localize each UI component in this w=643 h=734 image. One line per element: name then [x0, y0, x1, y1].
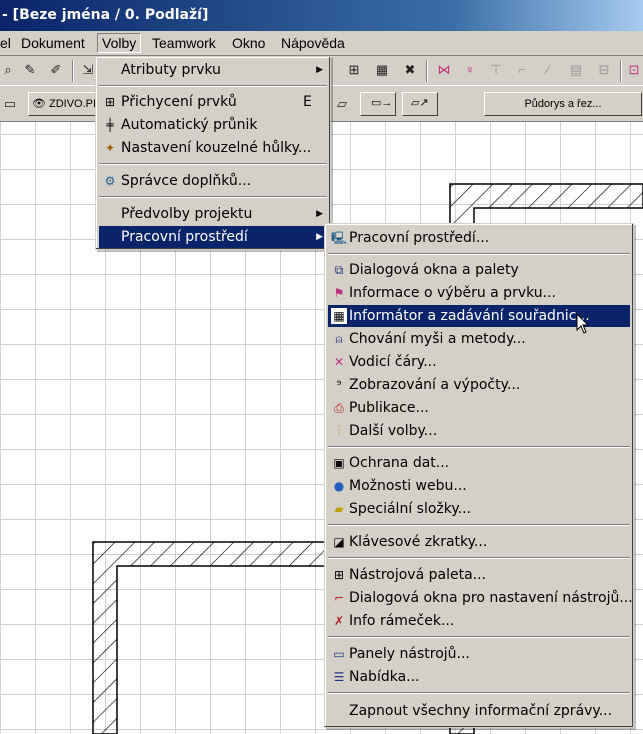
- menu-item-ochrana-dat[interactable]: ▣ Ochrana dat...: [328, 452, 630, 474]
- hatch-dir2-button[interactable]: ▱↗: [402, 92, 438, 116]
- publish-icon: ⎙: [334, 401, 344, 415]
- tool-settings-icon: ⌐: [333, 591, 345, 605]
- menu-item-predvolby-projektu[interactable]: Předvolby projektu ▶: [99, 203, 327, 225]
- eyedropper-icon[interactable]: ✎: [22, 62, 38, 78]
- view-button[interactable]: Půdorys a řez...: [484, 92, 642, 116]
- menu-item-pracovni-prostredi-dialog[interactable]: 🖳 Pracovní prostředí...: [328, 227, 630, 249]
- menu-item-pracovni-prostredi[interactable]: Pracovní prostředí ▶: [99, 226, 327, 248]
- zoom-icon[interactable]: ⌕: [0, 62, 16, 78]
- data-safety-icon: ▣: [333, 456, 345, 470]
- mouse-cursor-icon: [576, 313, 590, 334]
- frame-icon[interactable]: ⊡: [626, 62, 642, 78]
- window-title: - [Beze jména / 0. Podlaží]: [2, 7, 209, 23]
- menu-item-specialni-slozky[interactable]: ▰ Speciální složky...: [328, 498, 630, 520]
- menu-item-klavesove-zkratky[interactable]: ◪ Klávesové zkratky...: [328, 531, 630, 553]
- info-box-icon: ✗: [333, 614, 345, 628]
- menu-item-dalsi-volby[interactable]: ⫶ Další volby...: [328, 420, 630, 442]
- dialogs-icon: ⧉: [334, 263, 344, 277]
- selection-info-icon: ⚑: [333, 286, 345, 300]
- toolbar-separator: [72, 60, 74, 82]
- wall-type-button[interactable]: 👁 ZDIVO.PI: [28, 92, 98, 116]
- menu-item-atributy[interactable]: Atributy prvku ▶: [99, 59, 327, 81]
- menu-item-prichyceni[interactable]: ⊞ Přichycení prvků E: [99, 91, 327, 113]
- menu-item-info-ramecek[interactable]: ✗ Info rámeček...: [328, 610, 630, 632]
- menu-separator: [328, 636, 630, 638]
- snap-icon: ⊞: [104, 95, 116, 109]
- menu-item-panely-nastroju[interactable]: ▭ Panely nástrojů...: [328, 643, 630, 665]
- menu-item-kouzelna-hulka[interactable]: ✦ Nastavení kouzelné hůlky...: [99, 137, 327, 159]
- stack-icon[interactable]: ▤: [568, 62, 584, 78]
- menu-item-dialogova-okna-nastroju[interactable]: ⌐ Dialogová okna pro nastavení nástrojů.…: [328, 587, 633, 609]
- menu-separator: [328, 557, 630, 559]
- coordinates-icon: ▦: [331, 308, 347, 324]
- intersect-icon: ╪: [106, 118, 114, 132]
- menu-separator: [328, 446, 630, 448]
- toolbar-separator: [620, 60, 622, 82]
- pin-icon[interactable]: ♆: [462, 62, 478, 78]
- snap-grid-icon[interactable]: ⊞: [346, 62, 362, 78]
- menu-separator: [99, 163, 327, 165]
- menu-item-dialogova-okna[interactable]: ⧉ Dialogová okna a palety: [328, 259, 630, 281]
- menu-item-zapnout-zpravy[interactable]: Zapnout všechny informační zprávy...: [328, 700, 630, 722]
- menu-dokument[interactable]: Dokument: [21, 35, 85, 51]
- arrow-tool-icon[interactable]: ⇲: [80, 62, 96, 78]
- display-icon: ⁹: [336, 378, 342, 392]
- menu-icon: ☰: [333, 670, 345, 684]
- menu-item-automaticky-prunik[interactable]: ╪ Automatický průnik: [99, 114, 327, 136]
- workspace-icon: 🖳: [331, 231, 348, 245]
- submenu-arrow-icon: ▶: [316, 209, 323, 219]
- globe-icon: ●: [333, 479, 345, 493]
- wall-pattern-icon[interactable]: ▭: [2, 96, 18, 112]
- wall-type-label: ZDIVO.PI: [49, 98, 97, 110]
- mirror-icon[interactable]: ⋈: [436, 62, 452, 78]
- submenu-arrow-icon: ▶: [316, 232, 323, 242]
- guide-lines-icon: ✕: [333, 355, 345, 369]
- menu-bar: el Dokument Volby Teamwork Okno Nápověda: [0, 31, 643, 56]
- menu-item-informace-o-vyberu[interactable]: ⚑ Informace o výběru a prvku...: [328, 282, 630, 304]
- menu-separator: [99, 196, 327, 198]
- toolbars-icon: ▭: [333, 647, 345, 661]
- volby-menu: Atributy prvku ▶ ⊞ Přichycení prvků E ╪ …: [95, 56, 331, 250]
- menu-item-nastrojova-paleta[interactable]: ⊞ Nástrojová paleta...: [328, 564, 630, 586]
- menu-item-zobrazovani[interactable]: ⁹ Zobrazování a výpočty...: [328, 374, 630, 396]
- menu-napoveda[interactable]: Nápověda: [281, 35, 345, 51]
- more-options-icon: ⫶: [337, 424, 341, 438]
- menu-el[interactable]: el: [0, 35, 11, 51]
- title-bar: - [Beze jména / 0. Podlaží]: [0, 0, 643, 31]
- toolbox-icon: ⊞: [333, 568, 345, 582]
- addon-manager-icon: ⚙: [104, 174, 116, 188]
- hatch-arrow2-icon: ▱↗: [411, 97, 429, 109]
- delete-icon[interactable]: ✖: [402, 62, 418, 78]
- submenu-arrow-icon: ▶: [316, 65, 323, 75]
- view-button-label: Půdorys a řez...: [524, 98, 602, 110]
- corner-icon[interactable]: ⌐: [514, 62, 530, 78]
- hatch-arrow-icon: ▭→: [371, 97, 393, 109]
- menu-separator: [328, 253, 630, 255]
- menu-item-moznosti-webu[interactable]: ● Možnosti webu...: [328, 475, 630, 497]
- line-icon[interactable]: ∕: [540, 62, 556, 78]
- workspace-submenu: 🖳 Pracovní prostředí... ⧉ Dialogová okna…: [324, 223, 634, 728]
- toolbar-separator: [426, 60, 428, 82]
- menu-item-vodici-cary[interactable]: ✕ Vodicí čáry...: [328, 351, 630, 373]
- syringe-icon[interactable]: ✐: [48, 62, 64, 78]
- magic-wand-icon: ✦: [104, 141, 116, 155]
- layers-icon[interactable]: ⊟: [596, 62, 612, 78]
- hatch-dir-button[interactable]: ▭→: [360, 92, 396, 116]
- eye-icon: 👁: [32, 98, 46, 110]
- menu-item-publikace[interactable]: ⎙ Publikace...: [328, 397, 630, 419]
- menu-teamwork[interactable]: Teamwork: [152, 35, 216, 51]
- menu-separator: [99, 85, 327, 87]
- menu-volby[interactable]: Volby: [97, 33, 142, 53]
- elevate-icon[interactable]: ⊤: [488, 62, 504, 78]
- menu-separator: [328, 692, 630, 694]
- folder-icon: ▰: [334, 502, 344, 516]
- grid-settings-icon[interactable]: ▦: [374, 62, 390, 78]
- mouse-icon: ⍝: [335, 332, 343, 346]
- menu-okno[interactable]: Okno: [232, 35, 265, 51]
- menu-item-nabidka[interactable]: ☰ Nabídka...: [328, 666, 630, 688]
- menu-separator: [328, 524, 630, 526]
- shortcuts-icon: ◪: [333, 535, 345, 549]
- hatch-icon[interactable]: ▱: [334, 96, 350, 112]
- menu-item-spravce-doplnku[interactable]: ⚙ Správce doplňků...: [99, 170, 327, 192]
